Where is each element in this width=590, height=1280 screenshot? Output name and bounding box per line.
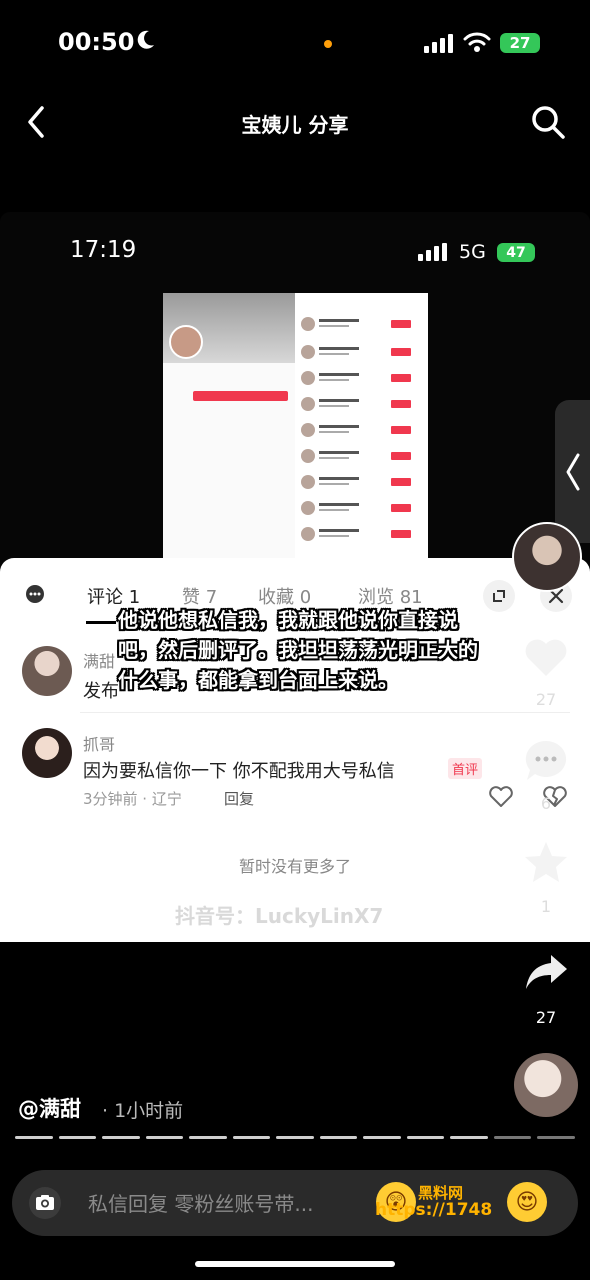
page-title: 宝姨儿 分享 <box>241 113 349 137</box>
share-icon[interactable] <box>521 947 571 997</box>
progress-segment <box>58 1136 97 1139</box>
list-item <box>299 525 425 543</box>
list-item <box>299 447 425 465</box>
message-input[interactable]: 私信回复 零粉丝账号带... <box>88 1188 313 1217</box>
site-watermark-url: https://1748 <box>375 1200 493 1220</box>
comment-meta: 3分钟前 · 辽宁 <box>83 790 182 808</box>
list-item <box>299 369 425 387</box>
list-item <box>299 315 425 333</box>
home-indicator <box>195 1261 395 1267</box>
inner-network: 5G <box>459 241 486 263</box>
comment-like-icon[interactable] <box>488 786 514 808</box>
progress-segment <box>15 1136 53 1139</box>
progress-segment <box>450 1136 488 1139</box>
list-item <box>299 499 425 517</box>
video-caption-overlay: 他说他想私信我，我就跟他说你直接说吧，然后删评了。我坦坦荡荡光明正大的什么事，都… <box>86 605 478 695</box>
battery-level: 27 <box>509 34 531 52</box>
progress-segment <box>537 1136 575 1139</box>
creator-avatar[interactable] <box>512 522 582 592</box>
profile-page-preview <box>163 293 295 563</box>
resize-button[interactable] <box>483 580 515 612</box>
inner-battery: 47 <box>497 243 535 262</box>
camera-button[interactable] <box>29 1187 61 1219</box>
comment-username[interactable]: 抓哥 <box>83 731 115 755</box>
follower-list-preview <box>295 293 428 563</box>
comment-username[interactable]: 满甜 <box>83 648 115 672</box>
post-time: · 1小时前 <box>102 1100 184 1122</box>
list-item <box>299 395 425 413</box>
first-comment-badge: 首评 <box>448 758 483 779</box>
progress-segment <box>189 1136 227 1139</box>
camera-icon <box>36 1195 54 1210</box>
star-icon[interactable] <box>521 838 571 888</box>
comment-avatar[interactable] <box>22 728 72 778</box>
wifi-icon <box>463 32 491 52</box>
battery-indicator: 27 <box>500 33 540 53</box>
privacy-dot <box>324 40 332 48</box>
comment-text: 发布 <box>83 681 119 702</box>
progress-segment <box>232 1136 271 1139</box>
progress-segment <box>406 1136 445 1139</box>
profile-avatar <box>169 325 203 359</box>
list-item <box>299 343 425 361</box>
list-item <box>299 473 425 491</box>
inner-status-time: 17:19 <box>70 237 137 263</box>
reply-button[interactable]: 回复 <box>224 788 254 809</box>
progress-segment <box>319 1136 358 1139</box>
progress-segment <box>363 1136 401 1139</box>
video-frame-screenshot <box>163 293 428 563</box>
signal-icon <box>424 34 453 53</box>
like-count: 27 <box>535 690 557 709</box>
status-time: 00:50 <box>58 28 135 56</box>
follow-bar <box>193 391 288 401</box>
progress-segment <box>493 1136 532 1139</box>
resize-icon <box>493 590 505 602</box>
comment-divider <box>80 712 570 713</box>
comment-text: 因为要私信你一下 你不配我用大号私信 <box>83 761 395 782</box>
progress-segment <box>276 1136 314 1139</box>
comment-icon[interactable] <box>521 736 571 786</box>
douyin-watermark: 抖音号：LuckyLinX7 <box>175 904 384 928</box>
search-icon[interactable] <box>530 104 566 140</box>
comment-count: 6 <box>540 794 552 813</box>
moon-icon <box>137 30 154 49</box>
inner-signal-icon <box>418 243 447 261</box>
favorite-count: 1 <box>540 897 552 916</box>
inner-battery-level: 47 <box>506 244 526 261</box>
author-name[interactable]: @满甜 <box>18 1093 81 1123</box>
list-item <box>299 421 425 439</box>
caption-text: 他说他想私信我，我就跟他说你直接说吧，然后删评了。我坦坦荡荡光明正大的什么事，都… <box>118 608 478 692</box>
share-count: 27 <box>535 1008 557 1027</box>
comment-bubble-icon <box>26 585 44 603</box>
emoji-icon[interactable]: 😍 <box>507 1182 547 1222</box>
chevron-left-icon[interactable] <box>565 452 581 492</box>
progress-segment <box>145 1136 184 1139</box>
comment-avatar[interactable] <box>22 646 72 696</box>
heart-icon[interactable] <box>521 632 571 682</box>
author-avatar[interactable] <box>514 1053 578 1117</box>
image-progress <box>15 1136 575 1139</box>
progress-segment <box>102 1136 140 1139</box>
caption-dash <box>86 621 116 624</box>
no-more-text: 暂时没有更多了 <box>238 857 351 876</box>
